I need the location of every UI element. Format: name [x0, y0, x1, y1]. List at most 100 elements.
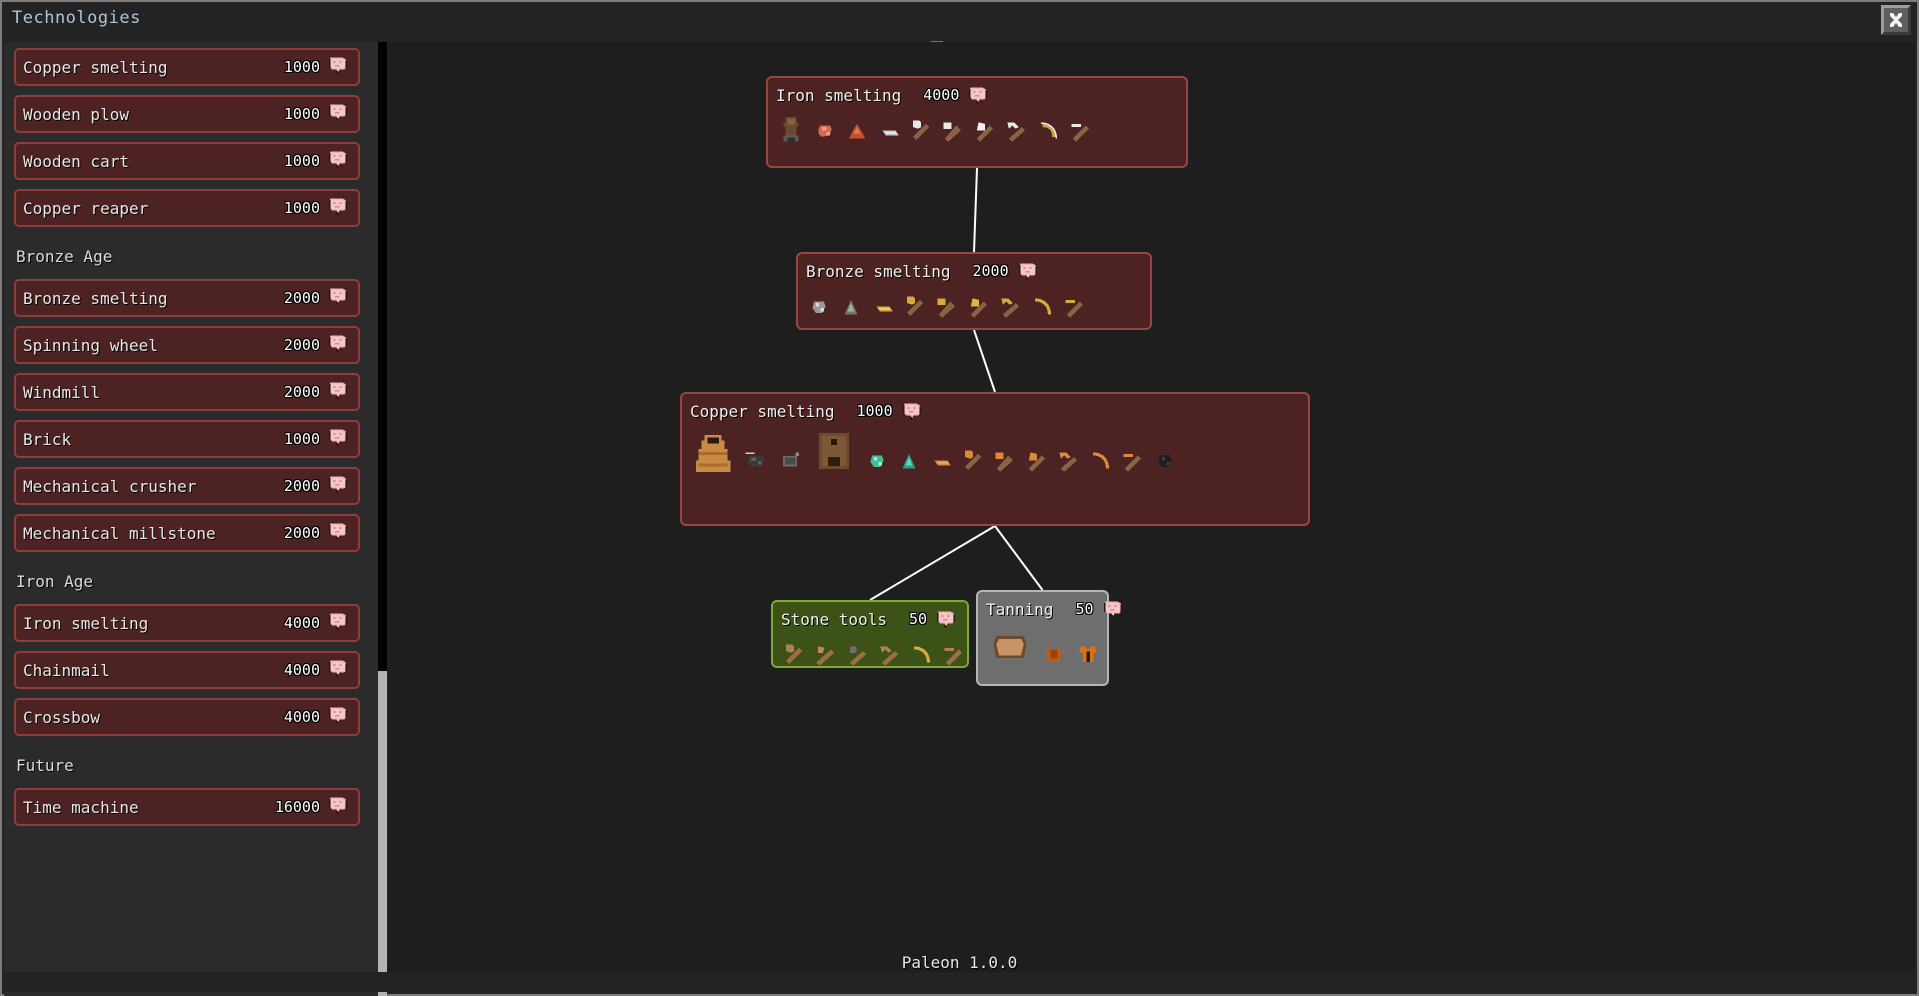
tech-cost-value: 2000 [284, 524, 320, 542]
sidebar-tech-mechanical-millstone[interactable]: Mechanical millstone2000 [14, 514, 360, 552]
technologies-sidebar[interactable]: Copper smelting1000Wooden plow1000Wooden… [4, 42, 378, 996]
copper-spear-icon [960, 449, 986, 475]
tech-label: Time machine [23, 798, 139, 817]
sidebar-scrollbar-track[interactable] [378, 42, 387, 996]
bronze-hoe-icon [1062, 295, 1088, 321]
tech-node-copper-smelting[interactable]: Copper smelting1000 [680, 392, 1310, 526]
brain-icon [900, 402, 924, 420]
tech-node-title: Tanning [986, 600, 1053, 619]
tech-cost-value: 1000 [284, 430, 320, 448]
sidebar-tech-iron-smelting[interactable]: Iron smelting 4000 [14, 604, 360, 642]
brain-icon [326, 706, 350, 728]
tech-label: Copper reaper [23, 199, 148, 218]
sidebar-tech-crossbow[interactable]: Crossbow 4000 [14, 698, 360, 736]
tech-node-header: Stone tools50 [781, 608, 959, 630]
tech-cost-value: 1000 [284, 58, 320, 76]
sidebar-tech-brick[interactable]: Brick1000 [14, 420, 360, 458]
tech-cost-group: 1000 [284, 428, 350, 450]
tech-node-stone-tools[interactable]: Stone tools50 [771, 600, 969, 668]
sidebar-tech-chainmail[interactable]: Chainmail 4000 [14, 651, 360, 689]
sidebar-tech-time-machine[interactable]: Time machine 16000 [14, 788, 360, 826]
tech-node-cost: 1000 [857, 402, 893, 420]
tech-cost-group: 2000 [284, 334, 350, 356]
brain-icon [326, 796, 350, 818]
iron-pickaxe-icon [1004, 119, 1030, 145]
tech-node-header: Bronze smelting2000 [806, 260, 1142, 282]
page-title: Technologies [12, 8, 141, 28]
iron-axe-icon [972, 119, 998, 145]
anvil-icon [776, 115, 806, 145]
coal-icon [1152, 449, 1178, 475]
sidebar-tech-copper-reaper[interactable]: Copper reaper 1000 [14, 189, 360, 227]
sidebar-tech-windmill[interactable]: Windmill 2000 [14, 373, 360, 411]
tech-node-tanning[interactable]: Tanning 50 [976, 590, 1109, 686]
tech-cost-value: 4000 [284, 708, 320, 726]
tech-cost-group: 1000 [284, 197, 350, 219]
sidebar-tech-copper-smelting[interactable]: Copper smelting 1000 [14, 48, 360, 86]
brain-icon [326, 334, 350, 356]
tech-label: Crossbow [23, 708, 100, 727]
tech-label: Windmill [23, 383, 100, 402]
copper-scythe-icon [1088, 449, 1114, 475]
tech-label: Wooden cart [23, 152, 129, 171]
tech-cost-value: 4000 [284, 614, 320, 632]
tech-cost-value: 1000 [284, 152, 320, 170]
tech-node-iron-smelting[interactable]: Iron smelting4000 [766, 76, 1188, 168]
connector-iron-smelting-to-bronze-smelting [974, 168, 977, 252]
tech-cost-value: 2000 [284, 477, 320, 495]
window-footer [4, 972, 1915, 992]
tech-label: Iron smelting [23, 614, 148, 633]
tech-cost-group: 2000 [284, 475, 350, 497]
tech-label: Bronze smelting [23, 289, 168, 308]
leather-icon [1040, 641, 1068, 669]
tech-cost-group: 1000 [284, 150, 350, 172]
copper-hoe-icon [1120, 449, 1146, 475]
sidebar-tech-wooden-cart[interactable]: Wooden cart 1000 [14, 142, 360, 180]
tech-node-bronze-smelting[interactable]: Bronze smelting2000 [796, 252, 1152, 330]
brain-icon [1101, 600, 1125, 618]
sidebar-tech-bronze-smelting[interactable]: Bronze smelting2000 [14, 279, 360, 317]
tech-cost-value: 4000 [284, 661, 320, 679]
copper-hammer-icon [992, 449, 1018, 475]
brain-icon [1016, 262, 1040, 280]
copper-axe-icon [1024, 449, 1050, 475]
brain-icon [326, 612, 350, 634]
tech-cost-group: 4000 [284, 706, 350, 728]
version-label: Paleon 1.0.0 [902, 953, 1018, 972]
tech-node-unlocks [986, 625, 1099, 669]
tech-node-title: Bronze smelting [806, 262, 951, 281]
tech-cost-group: 16000 [275, 796, 350, 818]
tech-label: Wooden plow [23, 105, 129, 124]
brain-icon [326, 103, 350, 125]
tech-tree-canvas[interactable]: Iron smelting4000 Bronze smelting2000 Copp… [388, 42, 1915, 972]
tanning-tub-icon [986, 625, 1034, 669]
brain-icon [326, 56, 350, 78]
brain-icon [326, 475, 350, 497]
technologies-window: Technologies 130 Copper smelting1000Wood… [0, 0, 1919, 996]
tech-cost-value: 1000 [284, 105, 320, 123]
tech-label: Chainmail [23, 661, 110, 680]
tech-cost-group: 4000 [284, 659, 350, 681]
sidebar-tech-spinning-wheel[interactable]: Spinning wheel2000 [14, 326, 360, 364]
bronze-spear-icon [902, 295, 928, 321]
close-button[interactable] [1881, 5, 1911, 35]
tech-cost-group: 2000 [284, 522, 350, 544]
stone-axe-icon [845, 643, 871, 669]
sidebar-tech-mechanical-crusher[interactable]: Mechanical crusher2000 [14, 467, 360, 505]
sidebar-tech-wooden-plow[interactable]: Wooden plow 1000 [14, 95, 360, 133]
tech-node-cost: 50 [1075, 600, 1093, 618]
tech-node-title: Iron smelting [776, 86, 901, 105]
kiln-icon [690, 429, 736, 475]
bronze-scythe-icon [1030, 295, 1056, 321]
brain-icon [326, 659, 350, 681]
bronze-dust-icon [838, 295, 864, 321]
sidebar-scrollbar-thumb[interactable] [378, 671, 387, 996]
bronze-ore-icon [806, 295, 832, 321]
stone-scythe-icon [909, 643, 935, 669]
tech-cost-value: 2000 [284, 383, 320, 401]
tech-label: Copper smelting [23, 58, 168, 77]
age-header-future: Future [4, 745, 370, 785]
iron-hoe-icon [1068, 119, 1094, 145]
copper-dust-icon [896, 449, 922, 475]
stone-pickaxe-icon [877, 643, 903, 669]
